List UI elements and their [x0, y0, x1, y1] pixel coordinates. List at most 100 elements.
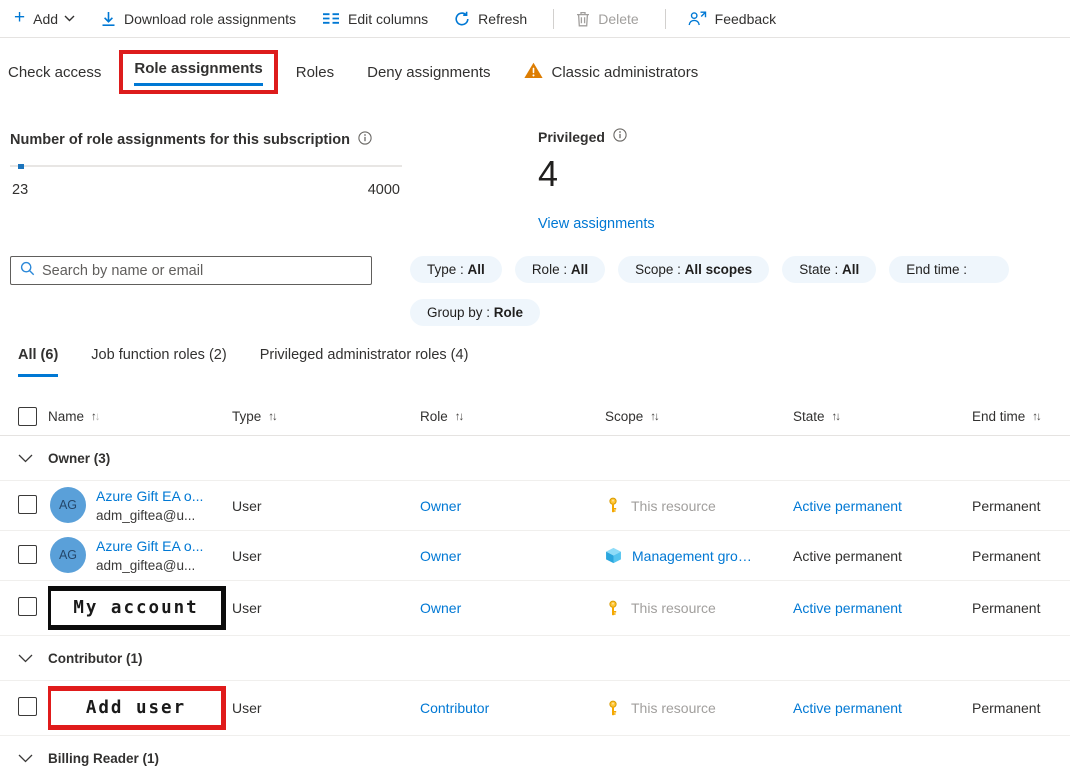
info-icon[interactable]: [358, 131, 372, 149]
warning-icon: [524, 62, 543, 83]
chevron-down-icon[interactable]: [18, 454, 33, 463]
scope-label: This resource: [631, 498, 716, 514]
role-link[interactable]: Owner: [420, 498, 461, 514]
assignments-count-title: Number of role assignments for this subs…: [10, 132, 350, 148]
filter-pill-state[interactable]: State : All: [782, 256, 876, 283]
group-header[interactable]: Owner (3): [0, 436, 1070, 481]
add-label: Add: [33, 11, 58, 27]
table-row[interactable]: AGAzure Gift EA o...adm_giftea@u...UserO…: [0, 531, 1070, 581]
delete-label: Delete: [598, 11, 638, 27]
group-by-pill-row: Group by : Role: [410, 299, 540, 326]
avatar: AG: [50, 487, 86, 523]
tab-role-assignments[interactable]: Role assignments: [119, 50, 277, 94]
group-label: Contributor (1): [48, 651, 142, 666]
scope-label: This resource: [631, 700, 716, 716]
toolbar-divider: [665, 9, 666, 29]
tab-roles[interactable]: Roles: [296, 64, 334, 81]
column-header-type[interactable]: Type↑↓: [232, 409, 420, 424]
key-icon: [605, 700, 621, 717]
info-icon[interactable]: [613, 128, 627, 145]
state-link[interactable]: Active permanent: [793, 498, 902, 514]
refresh-icon: [454, 11, 470, 27]
view-tab-privileged-admin-roles[interactable]: Privileged administrator roles (4): [260, 347, 469, 377]
row-checkbox[interactable]: [18, 495, 37, 514]
trash-icon: [576, 11, 590, 27]
chevron-down-icon[interactable]: [18, 754, 33, 763]
type-cell: User: [232, 498, 420, 514]
row-checkbox[interactable]: [18, 597, 37, 616]
tab-deny-assignments[interactable]: Deny assignments: [367, 64, 490, 81]
group-header[interactable]: Contributor (1): [0, 636, 1070, 681]
view-assignments-link[interactable]: View assignments: [538, 216, 655, 232]
row-checkbox[interactable]: [18, 545, 37, 564]
chevron-down-icon[interactable]: [18, 654, 33, 663]
search-input[interactable]: [42, 257, 371, 284]
sort-icon: ↑↓: [91, 411, 99, 423]
end-time-cell: Permanent: [972, 600, 1070, 616]
key-icon: [605, 497, 621, 514]
group-by-pill[interactable]: Group by : Role: [410, 299, 540, 326]
filter-pill-scope[interactable]: Scope : All scopes: [618, 256, 769, 283]
chevron-down-icon: [64, 15, 75, 22]
table-row[interactable]: Add userUserContributorThis resourceActi…: [0, 681, 1070, 736]
pivot-tabs: Check access Role assignments Roles Deny…: [0, 39, 1070, 105]
view-tab-job-function-roles[interactable]: Job function roles (2): [91, 347, 226, 377]
state-link[interactable]: Active permanent: [793, 600, 902, 616]
edit-columns-button[interactable]: Edit columns: [322, 11, 428, 27]
column-header-role[interactable]: Role↑↓: [420, 409, 605, 424]
privileged-card: Privileged 4 View assignments: [538, 128, 655, 233]
search-icon: [11, 261, 42, 281]
tab-classic-administrators[interactable]: Classic administrators: [524, 62, 699, 83]
assignments-count-card: Number of role assignments for this subs…: [10, 131, 402, 198]
download-label: Download role assignments: [124, 11, 296, 27]
filter-pill-end-time[interactable]: End time :: [889, 256, 1009, 283]
column-header-scope[interactable]: Scope↑↓: [605, 409, 793, 424]
table-row[interactable]: AG Azure Gift EA o...adm_giftea@u... UserO…: [0, 481, 1070, 531]
role-link[interactable]: Owner: [420, 548, 461, 564]
feedback-icon: [688, 11, 707, 26]
edit-columns-icon: [322, 12, 340, 25]
view-tabs: All (6) Job function roles (2) Privilege…: [18, 347, 468, 377]
redacted-name-box[interactable]: Add user: [48, 686, 226, 730]
group-label: Owner (3): [48, 451, 110, 466]
filter-pills: Type : All Role : All Scope : All scopes…: [410, 256, 1070, 283]
scope-label: This resource: [631, 600, 716, 616]
progress-track: [10, 165, 402, 167]
role-assignments-page: + Add Download role assignments Edit col…: [0, 0, 1070, 770]
principal-name-link[interactable]: Azure Gift EA o...: [96, 536, 203, 556]
tab-label: Deny assignments: [367, 64, 490, 81]
select-all-checkbox[interactable]: [18, 407, 37, 426]
column-header-state[interactable]: State↑↓: [793, 409, 972, 424]
sort-icon: ↑↓: [1032, 411, 1040, 423]
redacted-name-box[interactable]: My account: [48, 586, 226, 630]
assignments-current: 23: [12, 182, 28, 198]
principal-name-link[interactable]: Azure Gift EA o...: [96, 486, 203, 506]
progress-fill: [18, 164, 24, 169]
privileged-count: 4: [538, 153, 655, 195]
column-header-name[interactable]: Name↑↓: [48, 409, 232, 424]
row-checkbox[interactable]: [18, 697, 37, 716]
delete-button[interactable]: Delete: [576, 11, 638, 27]
scope-label[interactable]: Management gro…: [632, 548, 752, 564]
tab-label: Classic administrators: [552, 64, 699, 81]
edit-columns-label: Edit columns: [348, 11, 428, 27]
download-role-assignments-button[interactable]: Download role assignments: [101, 11, 296, 27]
tab-check-access[interactable]: Check access: [8, 64, 101, 81]
tab-label: Roles: [296, 64, 334, 81]
sort-icon: ↑↓: [268, 411, 276, 423]
group-header[interactable]: Billing Reader (1): [0, 736, 1070, 770]
add-button[interactable]: + Add: [14, 10, 75, 27]
refresh-button[interactable]: Refresh: [454, 11, 527, 27]
filter-pill-role[interactable]: Role : All: [515, 256, 605, 283]
role-link[interactable]: Owner: [420, 600, 461, 616]
table-row[interactable]: My accountUserOwnerThis resourceActive p…: [0, 581, 1070, 636]
state-link[interactable]: Active permanent: [793, 700, 902, 716]
feedback-button[interactable]: Feedback: [688, 11, 776, 27]
principal-email: adm_giftea@u...: [96, 506, 203, 526]
management-group-icon: [605, 547, 622, 564]
type-cell: User: [232, 548, 420, 564]
filter-pill-type[interactable]: Type : All: [410, 256, 502, 283]
role-link[interactable]: Contributor: [420, 700, 489, 716]
view-tab-all[interactable]: All (6): [18, 347, 58, 377]
column-header-end-time[interactable]: End time↑↓: [972, 409, 1070, 424]
